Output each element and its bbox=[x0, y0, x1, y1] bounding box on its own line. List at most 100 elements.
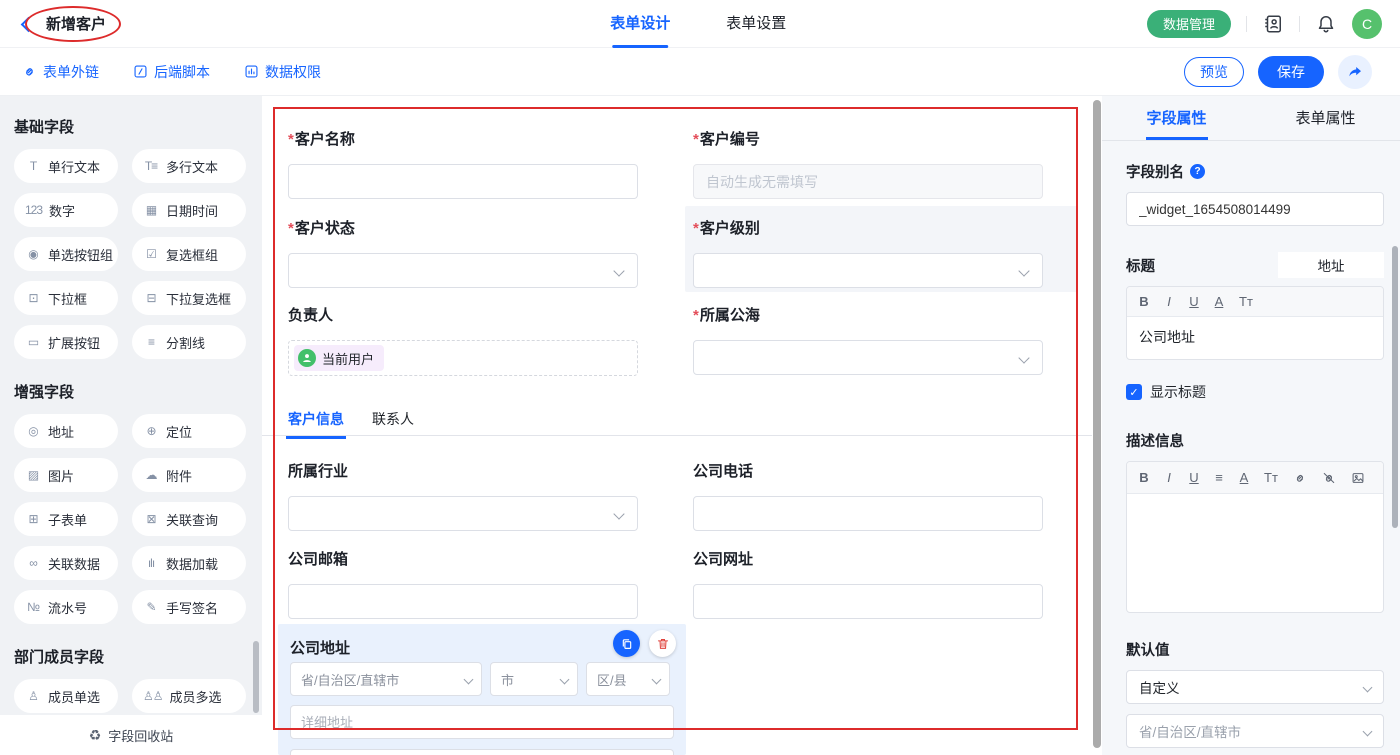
field-type-item[interactable]: T 单行文本 bbox=[14, 149, 118, 183]
delete-widget-button[interactable] bbox=[649, 630, 676, 657]
format-tool[interactable]: U bbox=[1189, 470, 1199, 485]
province-select[interactable]: 省/自治区/直辖市 bbox=[290, 662, 482, 696]
tab-form-properties[interactable]: 表单属性 bbox=[1251, 96, 1400, 140]
field-type-badge[interactable]: 地址 bbox=[1278, 252, 1384, 278]
company-address-widget-selected[interactable]: 公司地址 省/自治区/直辖市 市 区/县 bbox=[278, 624, 686, 755]
company-phone-input[interactable] bbox=[693, 496, 1043, 531]
format-tool[interactable]: B bbox=[1139, 470, 1149, 485]
tab-field-properties[interactable]: 字段属性 bbox=[1102, 96, 1251, 140]
form-external-link[interactable]: 表单外链 bbox=[22, 62, 99, 82]
field-type-item[interactable]: T≡ 多行文本 bbox=[132, 149, 246, 183]
field-type-item[interactable]: ◎ 地址 bbox=[14, 414, 118, 448]
field-type-item[interactable]: ⊞ 子表单 bbox=[14, 502, 118, 536]
share-button[interactable] bbox=[1338, 55, 1372, 89]
district-select[interactable]: 区/县 bbox=[586, 662, 670, 696]
field-type-item[interactable]: ◉ 单选按钮组 bbox=[14, 237, 118, 271]
field-type-item[interactable]: ⊠ 关联查询 bbox=[132, 502, 246, 536]
tab-contacts[interactable]: 联系人 bbox=[372, 409, 414, 437]
description-editor-content[interactable] bbox=[1127, 494, 1383, 612]
format-tool[interactable]: Tᴛ bbox=[1239, 294, 1253, 309]
tab-customer-info[interactable]: 客户信息 bbox=[288, 409, 344, 437]
field-type-item[interactable]: ✎ 手写签名 bbox=[132, 590, 246, 624]
field-type-item[interactable]: ☁ 附件 bbox=[132, 458, 246, 492]
field-type-item[interactable]: ⊡ 下拉框 bbox=[14, 281, 118, 315]
default-province-select[interactable]: 省/自治区/直辖市 bbox=[1126, 714, 1384, 748]
city-select[interactable]: 市 bbox=[490, 662, 578, 696]
format-tool[interactable]: I bbox=[1164, 294, 1174, 309]
checkbox-checked-icon[interactable] bbox=[1126, 384, 1142, 400]
customer-name-input[interactable] bbox=[288, 164, 638, 199]
company-email-input[interactable] bbox=[288, 584, 638, 619]
field-library-sidebar: 基础字段 T 单行文本 T≡ 多行文本 123 数字 ▦ 日期时间 ◉ bbox=[0, 96, 262, 755]
field-type-item[interactable]: ∞ 关联数据 bbox=[14, 546, 118, 580]
default-value-mode-select[interactable]: 自定义 bbox=[1126, 670, 1384, 704]
field-type-item[interactable]: ♙ 成员单选 bbox=[14, 679, 118, 713]
field-type-item[interactable]: ♙♙ 成员多选 bbox=[132, 679, 246, 713]
field-grid-members: ♙ 成员单选 ♙♙ 成员多选 bbox=[0, 679, 262, 713]
single-line-text-icon: T bbox=[25, 159, 41, 173]
customer-level-select[interactable] bbox=[693, 253, 1043, 288]
person-icon bbox=[298, 349, 316, 367]
format-tool[interactable]: A bbox=[1214, 294, 1224, 309]
show-title-checkbox-row[interactable]: 显示标题 bbox=[1126, 382, 1384, 402]
current-user-tag[interactable]: 当前用户 bbox=[294, 345, 384, 371]
tab-form-settings[interactable]: 表单设置 bbox=[726, 0, 786, 48]
field-type-item[interactable]: ▨ 图片 bbox=[14, 458, 118, 492]
field-type-item[interactable]: 123 数字 bbox=[14, 193, 118, 227]
field-type-item[interactable]: ▦ 日期时间 bbox=[132, 193, 246, 227]
format-tool[interactable]: A bbox=[1239, 470, 1249, 485]
customer-status-select[interactable] bbox=[288, 253, 638, 288]
field-type-item[interactable]: ılı 数据加载 bbox=[132, 546, 246, 580]
format-tool[interactable]: U bbox=[1189, 294, 1199, 309]
format-tool[interactable]: ≡ bbox=[1214, 470, 1224, 485]
required-asterisk: * bbox=[693, 220, 699, 237]
field-type-item[interactable]: ⊟ 下拉复选框 bbox=[132, 281, 246, 315]
tab-form-design[interactable]: 表单设计 bbox=[610, 0, 670, 48]
data-permission-link[interactable]: 数据权限 bbox=[244, 62, 321, 82]
format-tool[interactable]: B bbox=[1139, 294, 1149, 309]
field-type-item[interactable]: ⊕ 定位 bbox=[132, 414, 246, 448]
field-alias-input[interactable] bbox=[1126, 192, 1384, 226]
industry-select[interactable] bbox=[288, 496, 638, 531]
back-icon[interactable] bbox=[18, 15, 36, 33]
public-sea-select[interactable] bbox=[693, 340, 1043, 375]
remove-link-icon[interactable] bbox=[1322, 471, 1336, 485]
format-tool[interactable]: Tᴛ bbox=[1264, 470, 1278, 485]
field-company-website: 公司网址 bbox=[693, 550, 1043, 619]
field-recycle-bin[interactable]: ♻ 字段回收站 bbox=[0, 715, 262, 755]
insert-image-icon[interactable] bbox=[1351, 471, 1365, 485]
divider-line-icon: ≡ bbox=[143, 335, 159, 349]
field-type-item[interactable]: ▭ 扩展按钮 bbox=[14, 325, 118, 359]
field-type-item[interactable]: ☑ 复选框组 bbox=[132, 237, 246, 271]
inspector-scrollbar[interactable] bbox=[1392, 246, 1398, 528]
field-customer-name: *客户名称 bbox=[288, 130, 638, 199]
preview-button[interactable]: 预览 bbox=[1184, 57, 1244, 87]
insert-link-icon[interactable] bbox=[1293, 471, 1307, 485]
save-button[interactable]: 保存 bbox=[1258, 56, 1324, 88]
field-type-label: 地址 bbox=[48, 422, 74, 441]
address-detail-input[interactable] bbox=[290, 705, 674, 739]
contacts-book-icon[interactable] bbox=[1262, 13, 1284, 35]
copy-widget-button[interactable] bbox=[613, 630, 640, 657]
company-website-input[interactable] bbox=[693, 584, 1043, 619]
field-type-item[interactable]: № 流水号 bbox=[14, 590, 118, 624]
data-manage-button[interactable]: 数据管理 bbox=[1147, 10, 1231, 38]
help-icon[interactable] bbox=[1190, 164, 1205, 179]
sidebar-scrollbar[interactable] bbox=[253, 641, 259, 713]
field-type-item[interactable]: ≡ 分割线 bbox=[132, 325, 246, 359]
notification-bell-icon[interactable] bbox=[1315, 13, 1337, 35]
field-label: 所属行业 bbox=[288, 463, 348, 480]
format-tool[interactable]: I bbox=[1164, 470, 1174, 485]
section-title: 基础字段 bbox=[0, 96, 262, 149]
field-type-label: 分割线 bbox=[166, 333, 205, 352]
address-detail-input-2[interactable] bbox=[290, 749, 674, 755]
backend-script-link[interactable]: 后端脚本 bbox=[133, 62, 210, 82]
owner-input[interactable]: 当前用户 bbox=[288, 340, 638, 376]
toolbar-links: 表单外链 后端脚本 数据权限 bbox=[0, 62, 321, 82]
user-avatar[interactable]: C bbox=[1352, 9, 1382, 39]
title-editor-content[interactable]: 公司地址 bbox=[1127, 317, 1383, 359]
divider bbox=[1246, 16, 1247, 32]
field-label: 客户编号 bbox=[700, 131, 760, 148]
divider bbox=[1299, 16, 1300, 32]
canvas-scrollbar[interactable] bbox=[1093, 100, 1101, 748]
